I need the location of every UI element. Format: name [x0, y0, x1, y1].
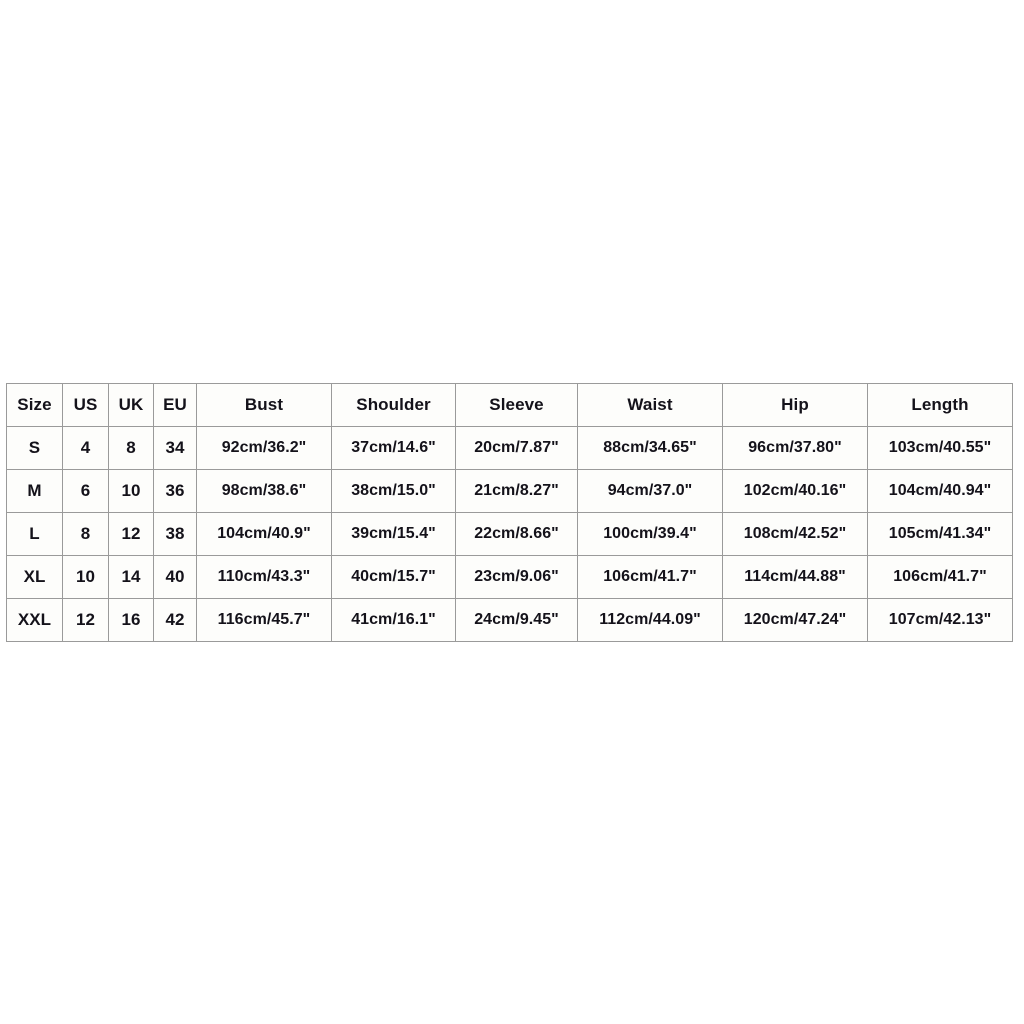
cell-waist: 94cm/37.0" [577, 469, 723, 513]
cell-shoulder: 40cm/15.7" [331, 555, 456, 599]
cell-us: 8 [62, 512, 109, 556]
table-row: M 6 10 36 98cm/38.6" 38cm/15.0" 21cm/8.2… [6, 469, 1013, 513]
table-header-row: Size US UK EU Bust Shoulder Sleeve Waist… [6, 383, 1013, 427]
cell-uk: 12 [108, 512, 154, 556]
cell-eu: 34 [153, 426, 197, 470]
column-header-us: US [62, 383, 109, 427]
cell-length: 106cm/41.7" [867, 555, 1013, 599]
cell-hip: 96cm/37.80" [722, 426, 868, 470]
table-row: S 4 8 34 92cm/36.2" 37cm/14.6" 20cm/7.87… [6, 426, 1013, 470]
cell-uk: 16 [108, 598, 154, 642]
table-row: XL 10 14 40 110cm/43.3" 40cm/15.7" 23cm/… [6, 555, 1013, 599]
cell-size: XXL [6, 598, 63, 642]
column-header-uk: UK [108, 383, 154, 427]
cell-length: 103cm/40.55" [867, 426, 1013, 470]
cell-waist: 106cm/41.7" [577, 555, 723, 599]
size-chart-table: Size US UK EU Bust Shoulder Sleeve Waist… [6, 383, 1013, 642]
column-header-size: Size [6, 383, 63, 427]
cell-us: 6 [62, 469, 109, 513]
column-header-length: Length [867, 383, 1013, 427]
size-chart-header: Size US UK EU Bust Shoulder Sleeve Waist… [6, 383, 1013, 427]
cell-waist: 88cm/34.65" [577, 426, 723, 470]
cell-bust: 98cm/38.6" [196, 469, 332, 513]
cell-length: 105cm/41.34" [867, 512, 1013, 556]
cell-bust: 92cm/36.2" [196, 426, 332, 470]
cell-waist: 112cm/44.09" [577, 598, 723, 642]
size-chart-container: Size US UK EU Bust Shoulder Sleeve Waist… [6, 383, 1013, 642]
table-row: XXL 12 16 42 116cm/45.7" 41cm/16.1" 24cm… [6, 598, 1013, 642]
cell-hip: 120cm/47.24" [722, 598, 868, 642]
cell-us: 10 [62, 555, 109, 599]
cell-eu: 40 [153, 555, 197, 599]
cell-shoulder: 39cm/15.4" [331, 512, 456, 556]
cell-eu: 38 [153, 512, 197, 556]
cell-bust: 110cm/43.3" [196, 555, 332, 599]
cell-size: L [6, 512, 63, 556]
cell-shoulder: 38cm/15.0" [331, 469, 456, 513]
cell-waist: 100cm/39.4" [577, 512, 723, 556]
cell-bust: 104cm/40.9" [196, 512, 332, 556]
cell-eu: 36 [153, 469, 197, 513]
column-header-waist: Waist [577, 383, 723, 427]
cell-hip: 102cm/40.16" [722, 469, 868, 513]
cell-uk: 10 [108, 469, 154, 513]
cell-eu: 42 [153, 598, 197, 642]
cell-sleeve: 21cm/8.27" [455, 469, 578, 513]
cell-sleeve: 20cm/7.87" [455, 426, 578, 470]
cell-size: M [6, 469, 63, 513]
column-header-sleeve: Sleeve [455, 383, 578, 427]
cell-us: 4 [62, 426, 109, 470]
cell-shoulder: 41cm/16.1" [331, 598, 456, 642]
cell-length: 107cm/42.13" [867, 598, 1013, 642]
cell-sleeve: 22cm/8.66" [455, 512, 578, 556]
cell-size: S [6, 426, 63, 470]
cell-hip: 108cm/42.52" [722, 512, 868, 556]
cell-shoulder: 37cm/14.6" [331, 426, 456, 470]
cell-length: 104cm/40.94" [867, 469, 1013, 513]
cell-sleeve: 23cm/9.06" [455, 555, 578, 599]
column-header-shoulder: Shoulder [331, 383, 456, 427]
column-header-hip: Hip [722, 383, 868, 427]
cell-size: XL [6, 555, 63, 599]
column-header-eu: EU [153, 383, 197, 427]
cell-bust: 116cm/45.7" [196, 598, 332, 642]
size-chart-body: S 4 8 34 92cm/36.2" 37cm/14.6" 20cm/7.87… [6, 426, 1013, 642]
column-header-bust: Bust [196, 383, 332, 427]
cell-hip: 114cm/44.88" [722, 555, 868, 599]
table-row: L 8 12 38 104cm/40.9" 39cm/15.4" 22cm/8.… [6, 512, 1013, 556]
cell-us: 12 [62, 598, 109, 642]
cell-uk: 14 [108, 555, 154, 599]
cell-uk: 8 [108, 426, 154, 470]
cell-sleeve: 24cm/9.45" [455, 598, 578, 642]
